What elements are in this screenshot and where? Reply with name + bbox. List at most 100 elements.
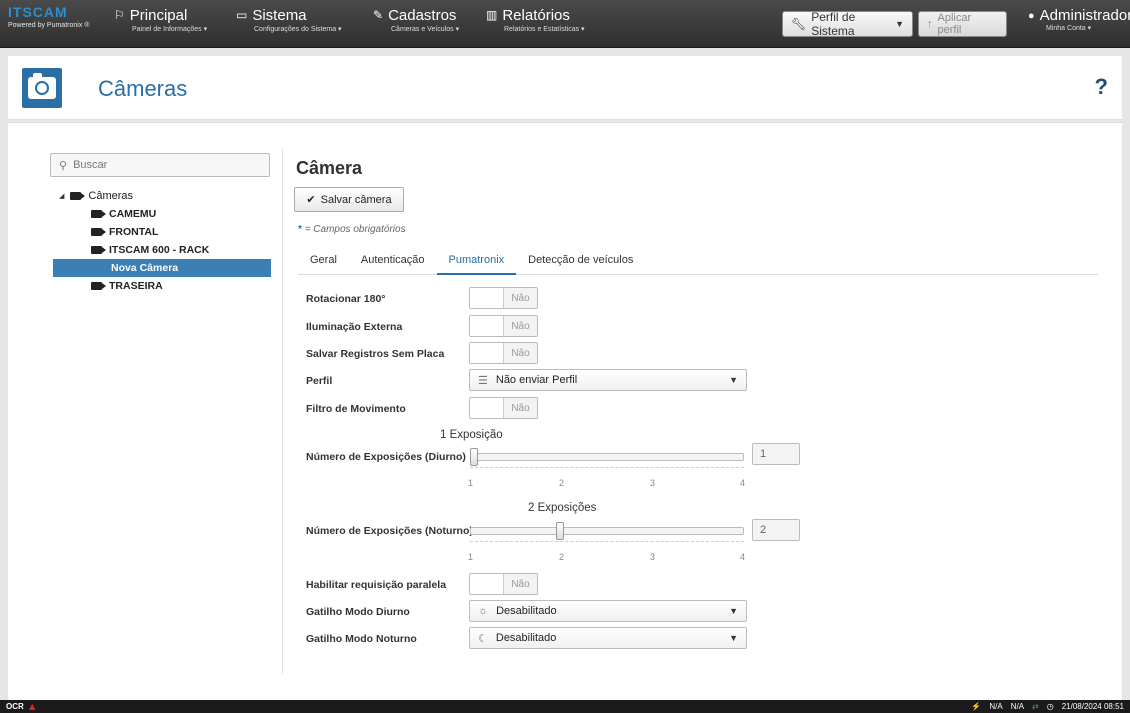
trigger-day-dropdown[interactable]: ☼ Desabilitado ▼ <box>469 600 747 622</box>
save-camera-button[interactable]: ✔ Salvar câmera <box>294 187 404 212</box>
nav-relatorios[interactable]: ▥ Relatórios Relatórios e Estatísticas ▾ <box>486 7 585 33</box>
chevron-down-icon: ▼ <box>729 633 738 643</box>
monitor-icon: ▭ <box>236 8 248 22</box>
status-1: N/A <box>989 702 1003 711</box>
trigger-night-dropdown[interactable]: ☾ Desabilitado ▼ <box>469 627 747 649</box>
parallel-request-toggle[interactable]: Não <box>469 573 538 595</box>
status-2: N/A <box>1010 702 1025 711</box>
clock: 21/08/2024 08:51 <box>1061 702 1124 711</box>
toggle-knob <box>470 316 504 336</box>
exp-night-caption: 2 Exposições <box>528 502 597 514</box>
nav-relatorios-label: Relatórios <box>502 7 570 24</box>
nav-sistema[interactable]: ▭ Sistema Configurações do Sistema ▾ <box>236 7 342 33</box>
profile-select-value: Perfil de Sistema <box>811 10 856 38</box>
tab-deteccao-veiculos[interactable]: Detecção de veículos <box>516 249 645 275</box>
tree-root-label: Câmeras <box>88 190 134 202</box>
required-note: * = Campos obrigatórios <box>298 224 406 235</box>
status-taskbar: OCR ▲ ⚡ N/A N/A ⇄ ◷ 21/08/2024 08:51 <box>0 700 1130 713</box>
profile-dropdown-value: Não enviar Perfil <box>495 374 578 386</box>
profile-label: Perfil <box>306 375 333 387</box>
exp-day-label: Número de Exposições (Diurno) <box>306 451 466 463</box>
toggle-knob <box>470 343 504 363</box>
form-title: Câmera <box>296 158 363 178</box>
exp-night-value[interactable]: 2 <box>752 519 800 541</box>
exp-night-ticks <box>470 536 744 542</box>
tree-item-camemu[interactable]: CAMEMU <box>53 205 273 223</box>
tree-root[interactable]: ◢ Câmeras <box>53 187 273 205</box>
nav-principal[interactable]: ⚐ Principal Painel de Informações ▾ <box>114 7 207 33</box>
exp-day-ticks <box>470 462 744 468</box>
warning-icon: ▲ <box>26 700 38 713</box>
toggle-value: Não <box>511 578 530 590</box>
network-icon: ⚡ <box>971 702 982 711</box>
tab-autenticacao[interactable]: Autenticação <box>349 249 437 275</box>
toggle-knob <box>470 574 504 594</box>
exp-night-slider[interactable] <box>470 527 744 535</box>
rotate-label: Rotacionar 180° <box>306 293 386 305</box>
apply-profile-button[interactable]: ↑ Aplicar perfil <box>918 11 1007 37</box>
nav-cadastros[interactable]: ✎ Cadastros Câmeras e Veículos ▾ <box>373 7 459 33</box>
edit-icon: ✎ <box>373 8 384 22</box>
tick-label: 2 <box>559 478 565 488</box>
chevron-down-icon: ▼ <box>729 606 738 616</box>
save-no-plate-label: Salvar Registros Sem Placa <box>306 348 445 360</box>
moon-icon: ☾ <box>478 632 488 645</box>
nav-sistema-label: Sistema <box>252 7 307 24</box>
sliders-icon: ☰ <box>478 374 488 387</box>
trigger-day-value: Desabilitado <box>496 605 557 617</box>
tree-item-label: ITSCAM 600 - RACK <box>109 244 210 256</box>
profile-select[interactable]: 🔧︎ Perfil de Sistema ▼ <box>782 10 913 38</box>
rotate-toggle[interactable]: Não <box>469 287 538 309</box>
parallel-request-label: Habilitar requisição paralela <box>306 579 447 591</box>
exp-day-caption: 1 Exposição <box>440 429 503 441</box>
user-menu-sub: Minha Conta ▾ <box>1046 25 1092 32</box>
tree-item-label: TRASEIRA <box>109 280 163 292</box>
apply-profile-label: Aplicar perfil <box>937 12 972 36</box>
search-placeholder: Buscar <box>73 159 108 171</box>
camera-icon <box>22 68 62 108</box>
external-light-label: Iluminação Externa <box>306 321 403 333</box>
exp-day-value[interactable]: 1 <box>752 443 800 465</box>
nav-cadastros-sub: Câmeras e Veículos ▾ <box>391 26 460 33</box>
motion-filter-toggle[interactable]: Não <box>469 397 538 419</box>
exp-day-slider[interactable] <box>470 453 744 461</box>
required-star: * <box>298 224 302 235</box>
ocr-label: OCR <box>6 702 24 711</box>
tree-item-label: FRONTAL <box>109 226 159 238</box>
tab-geral[interactable]: Geral <box>298 249 349 275</box>
video-camera-icon <box>91 246 106 254</box>
toggle-value: Não <box>511 320 530 332</box>
search-icon: ⚲ <box>59 159 68 172</box>
external-light-toggle[interactable]: Não <box>469 315 538 337</box>
tree-item-traseira[interactable]: TRASEIRA <box>53 277 273 295</box>
video-camera-icon <box>91 210 106 218</box>
chevron-down-icon: ▼ <box>895 19 904 29</box>
search-input[interactable]: ⚲ Buscar <box>50 153 270 177</box>
tree-item-nova-camera[interactable]: Nova Câmera <box>53 259 271 277</box>
ocr-status[interactable]: OCR ▲ <box>6 701 38 713</box>
user-menu[interactable]: ● Administrador Minha Conta ▾ <box>1028 7 1130 32</box>
tick-label: 4 <box>740 552 746 562</box>
tick-label: 4 <box>740 478 746 488</box>
nav-principal-sub: Painel de Informações ▾ <box>132 26 208 33</box>
tick-label: 3 <box>650 552 656 562</box>
brand-logo[interactable]: ITSCAM Powered by Pumatronix ® <box>8 4 108 44</box>
top-nav-bar: ITSCAM Powered by Pumatronix ® ⚐ Principa… <box>0 0 1130 48</box>
tree-item-label: CAMEMU <box>109 208 157 220</box>
profile-dropdown[interactable]: ☰ Não enviar Perfil ▼ <box>469 369 747 391</box>
tick-label: 1 <box>468 478 474 488</box>
main-panel: ⚲ Buscar ◢ Câmeras CAMEMU FRONTAL ITSCAM… <box>8 122 1122 700</box>
collapse-caret-icon[interactable]: ◢ <box>59 192 64 200</box>
tree-item-itscam-600-rack[interactable]: ITSCAM 600 - RACK <box>53 241 273 259</box>
trigger-night-label: Gatilho Modo Noturno <box>306 633 417 645</box>
tick-label: 2 <box>559 552 565 562</box>
bar-chart-icon: ▥ <box>486 8 498 22</box>
help-icon[interactable]: ? <box>1095 74 1108 100</box>
required-text: = Campos obrigatórios <box>304 224 406 235</box>
tree-item-frontal[interactable]: FRONTAL <box>53 223 273 241</box>
page-header: Câmeras ? <box>8 56 1122 120</box>
tab-pumatronix[interactable]: Pumatronix <box>436 249 517 275</box>
user-name: Administrador <box>1039 7 1130 24</box>
user-icon: ● <box>1028 9 1035 22</box>
save-no-plate-toggle[interactable]: Não <box>469 342 538 364</box>
